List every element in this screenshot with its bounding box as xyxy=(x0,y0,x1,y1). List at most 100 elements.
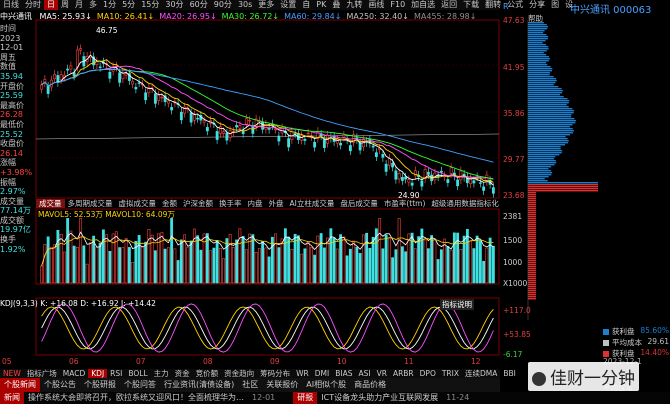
chip-bar xyxy=(528,280,536,282)
toolbar-item[interactable]: 加自选 xyxy=(408,0,438,10)
toolbar-item[interactable]: 90分 xyxy=(211,0,235,10)
volume-bar xyxy=(131,261,135,284)
volume-sub-tab[interactable]: 盘后成交量 xyxy=(337,199,381,208)
indicator-tab[interactable]: WR xyxy=(293,369,312,378)
toolbar-item[interactable]: 日 xyxy=(44,0,58,10)
news-tab[interactable]: 关联报价 xyxy=(262,378,302,392)
indicator-tab[interactable]: BIAS xyxy=(332,369,355,378)
indicator-tab[interactable]: RSI xyxy=(107,369,125,378)
indicator-tab[interactable]: DMI xyxy=(312,369,332,378)
volume-sub-tab[interactable]: 外盘 xyxy=(266,199,287,208)
chip-bar xyxy=(528,78,557,80)
indicator-tab[interactable]: 竞价额 xyxy=(193,369,222,378)
toolbar-item[interactable]: 设置 xyxy=(277,0,299,10)
toolbar-item[interactable]: 5分 xyxy=(119,0,138,10)
indicator-tab[interactable]: MACD xyxy=(60,369,88,378)
volume-bar xyxy=(326,237,330,284)
toolbar-item[interactable]: 分享 xyxy=(526,0,548,10)
toolbar-item[interactable]: 九转 xyxy=(343,0,365,10)
toolbar-item[interactable]: 30分 xyxy=(162,0,186,10)
toolbar-item[interactable]: 15分 xyxy=(138,0,162,10)
toolbar-item[interactable]: 日线 xyxy=(0,0,22,10)
toolbar-item[interactable]: F10 xyxy=(387,0,408,10)
volume-sub-tab[interactable]: 换手率 xyxy=(216,199,245,208)
toolbar-item[interactable]: 月 xyxy=(72,0,86,10)
candle-body xyxy=(394,170,398,180)
chip-bar xyxy=(528,136,566,138)
chip-bar xyxy=(528,64,548,66)
indicator-tab[interactable]: KDJ xyxy=(88,369,108,378)
candle-body xyxy=(449,167,453,174)
toolbar-item[interactable]: 周 xyxy=(58,0,72,10)
chip-bar xyxy=(528,284,536,286)
indicator-help-button[interactable]: 指标说明 xyxy=(440,299,474,310)
toolbar-item[interactable]: 分时 xyxy=(22,0,44,10)
volume-bar xyxy=(391,257,395,284)
chip-bar xyxy=(528,110,575,112)
indicator-tab[interactable]: 主力 xyxy=(151,369,172,378)
indicator-tab[interactable]: 筹码分布 xyxy=(257,369,293,378)
toolbar-item[interactable]: 自 xyxy=(299,0,313,10)
toolbar-item[interactable]: 图 xyxy=(548,0,562,10)
chip-legend: 获利盘 85.60% 平均成本 29.61 获利盘 14.40% xyxy=(603,326,669,359)
news-tab[interactable]: 社区 xyxy=(238,378,262,392)
indicator-tab[interactable]: 资金趋向 xyxy=(221,369,257,378)
volume-sub-tab[interactable]: 沪深金额 xyxy=(180,199,216,208)
indicator-tab[interactable]: BBI xyxy=(500,369,519,378)
indicator-tab[interactable]: 连续DMA xyxy=(462,369,500,378)
news-headline-link[interactable]: 操作系统大会即将召开，欧拉系统又迎风口！全面梳理华为… xyxy=(24,392,248,404)
volume-bar xyxy=(189,240,193,284)
candle-body xyxy=(342,134,346,138)
news-tab[interactable]: AI相似个股 xyxy=(302,378,350,392)
volume-sub-tab[interactable]: 虚拟成交量 xyxy=(116,199,160,208)
indicator-tab[interactable]: ASI xyxy=(355,369,373,378)
indicator-tab[interactable]: TRIX xyxy=(439,369,462,378)
volume-bar xyxy=(335,248,339,284)
candle-body xyxy=(439,170,443,173)
news-tab[interactable]: 行业资讯(清债设备) xyxy=(160,378,238,392)
news-tab[interactable]: 个股研报 xyxy=(80,378,120,392)
volume-sub-tab[interactable]: 超级通用数据指标化 xyxy=(428,199,502,208)
candle-body xyxy=(225,132,229,141)
indicator-tab[interactable]: BOLL xyxy=(125,369,150,378)
info-value: +3.98% xyxy=(0,167,33,177)
chip-bar xyxy=(528,72,550,74)
toolbar-item[interactable]: 更多 xyxy=(255,0,277,10)
news-tab[interactable]: 个股问答 xyxy=(120,378,160,392)
indicator-tab[interactable]: VR xyxy=(374,369,390,378)
toolbar-item[interactable]: 叠 xyxy=(329,0,343,10)
toolbar-item[interactable]: 1分 xyxy=(100,0,119,10)
toolbar-item[interactable]: 画线 xyxy=(365,0,387,10)
volume-tick: 2381 xyxy=(503,212,523,221)
news-headline-link[interactable]: ICT设备龙头助力产业互联网发展 xyxy=(317,392,442,404)
news-tab[interactable]: 个股公告 xyxy=(40,378,80,392)
volume-sub-tab[interactable]: 金额 xyxy=(159,199,180,208)
volume-bar xyxy=(209,250,213,284)
volume-bar xyxy=(199,249,203,284)
help-link[interactable]: 帮助 xyxy=(528,13,543,24)
volume-sub-tab[interactable]: 内盘 xyxy=(245,199,266,208)
news-tabs: 个股新闻 个股公告 个股研报 个股问答 行业资讯(清债设备) 社区 关联报价 AI相似个股 商品… xyxy=(0,378,500,392)
indicator-tab[interactable]: 指标广场 xyxy=(24,369,60,378)
news-tab[interactable]: 商品价格 xyxy=(350,378,390,392)
volume-sub-tab[interactable]: 多周期成交量 xyxy=(65,199,116,208)
toolbar-item[interactable]: 60分 xyxy=(187,0,211,10)
info-value: 19.97亿 xyxy=(0,225,31,235)
indicator-tab[interactable]: NEW xyxy=(0,369,24,378)
toolbar-item[interactable]: 下载 xyxy=(460,0,482,10)
toolbar-item[interactable]: 30s xyxy=(235,0,255,10)
volume-sub-tab[interactable]: 成交量 xyxy=(36,199,65,208)
volume-sub-tab[interactable]: AI立柱成交量 xyxy=(287,199,338,208)
indicator-tab[interactable]: 资金 xyxy=(172,369,193,378)
news-tab[interactable]: 个股新闻 xyxy=(0,378,40,392)
indicator-tab[interactable]: ARBR xyxy=(390,369,417,378)
toolbar-item[interactable]: 多 xyxy=(86,0,100,10)
toolbar-item[interactable]: PK xyxy=(313,0,329,10)
toolbar-item[interactable]: 翻转 xyxy=(482,0,504,10)
indicator-tab[interactable]: DPO xyxy=(417,369,439,378)
date-tick: 05 xyxy=(2,357,12,366)
chip-bar xyxy=(528,240,536,242)
volume-sub-tab[interactable]: 市盈率(ttm) xyxy=(381,199,429,208)
toolbar-item[interactable]: 返回 xyxy=(438,0,460,10)
chip-bar xyxy=(528,96,564,98)
